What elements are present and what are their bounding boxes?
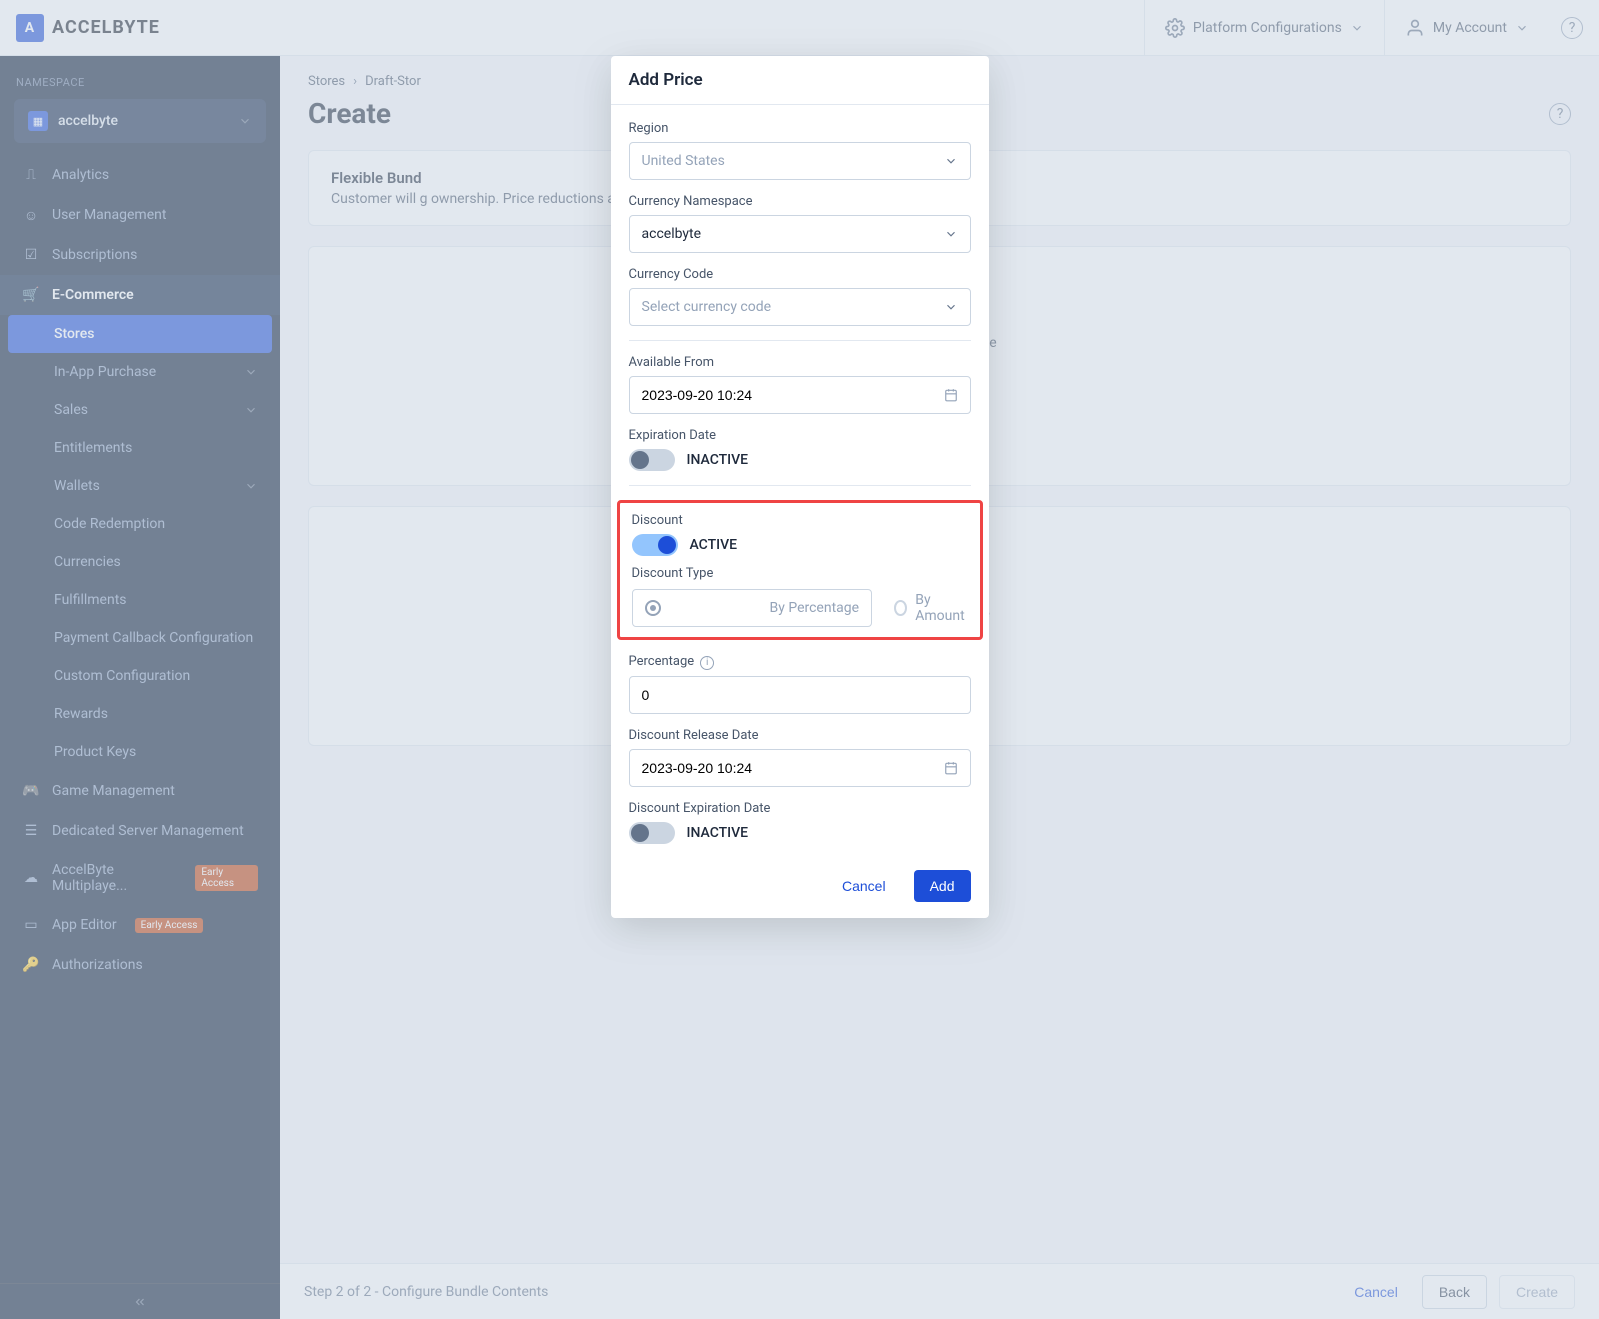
modal-cancel-button[interactable]: Cancel: [830, 870, 898, 902]
discount-type-label: Discount Type: [632, 566, 968, 581]
info-icon[interactable]: i: [700, 656, 714, 670]
expiration-date-status: INACTIVE: [687, 452, 749, 468]
discount-status: ACTIVE: [690, 537, 738, 553]
available-from-label: Available From: [629, 355, 971, 370]
discount-expiration-label: Discount Expiration Date: [629, 801, 971, 816]
add-price-modal: Add Price Region United States Currency …: [611, 56, 989, 918]
discount-release-field[interactable]: [642, 760, 944, 776]
radio-icon: [894, 600, 907, 616]
discount-expiration-status: INACTIVE: [687, 825, 749, 841]
modal-title: Add Price: [611, 56, 989, 105]
discount-release-label: Discount Release Date: [629, 728, 971, 743]
discount-type-amount[interactable]: By Amount: [894, 589, 967, 627]
discount-label: Discount: [632, 513, 968, 528]
discount-highlight: Discount ACTIVE Discount Type By Percent…: [617, 500, 983, 640]
radio-icon: [645, 600, 661, 616]
percentage-input[interactable]: [629, 676, 971, 714]
chevron-down-icon: [944, 227, 958, 241]
percentage-label: Percentagei: [629, 654, 971, 670]
calendar-icon: [944, 761, 958, 775]
modal-overlay[interactable]: Add Price Region United States Currency …: [0, 0, 1599, 1319]
discount-toggle[interactable]: [632, 534, 678, 556]
available-from-field[interactable]: [642, 387, 944, 403]
discount-expiration-toggle[interactable]: [629, 822, 675, 844]
currency-namespace-select[interactable]: accelbyte: [629, 215, 971, 253]
divider: [629, 340, 971, 341]
discount-release-input[interactable]: [629, 749, 971, 787]
region-select[interactable]: United States: [629, 142, 971, 180]
calendar-icon: [944, 388, 958, 402]
available-from-input[interactable]: [629, 376, 971, 414]
region-label: Region: [629, 121, 971, 136]
currency-code-label: Currency Code: [629, 267, 971, 282]
divider: [629, 485, 971, 486]
chevron-down-icon: [944, 300, 958, 314]
chevron-down-icon: [944, 154, 958, 168]
discount-type-percentage[interactable]: By Percentage: [632, 589, 873, 627]
percentage-field[interactable]: [642, 687, 958, 703]
expiration-date-label: Expiration Date: [629, 428, 971, 443]
currency-namespace-label: Currency Namespace: [629, 194, 971, 209]
expiration-date-toggle[interactable]: [629, 449, 675, 471]
currency-code-select[interactable]: Select currency code: [629, 288, 971, 326]
modal-add-button[interactable]: Add: [914, 870, 971, 902]
